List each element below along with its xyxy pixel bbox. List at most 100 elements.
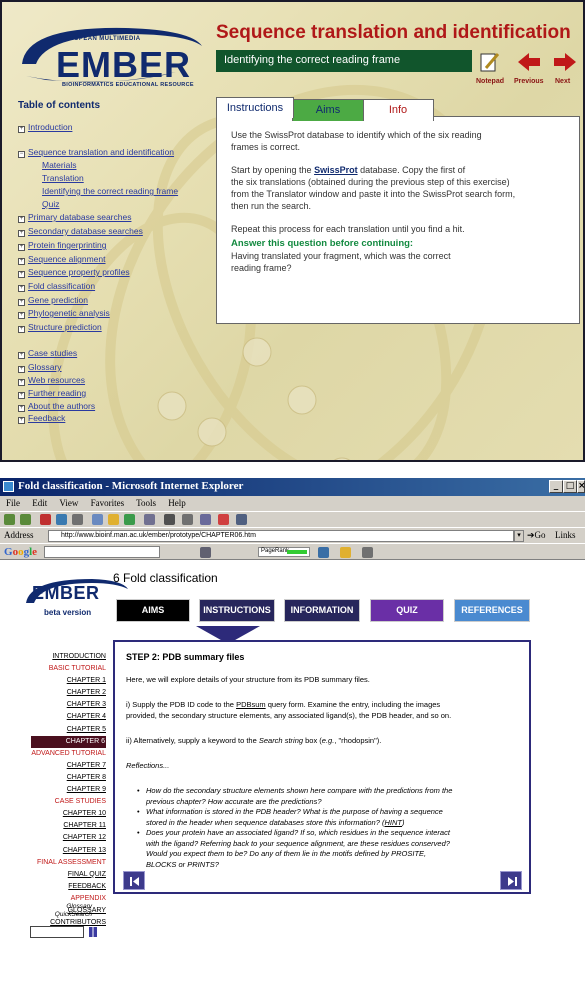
menu-tools[interactable]: Tools xyxy=(136,498,156,508)
toc-subitem-reading-frame[interactable]: Identifying the correct reading frame xyxy=(42,186,178,196)
search-icon[interactable] xyxy=(92,514,103,525)
hint-link[interactable]: HINT xyxy=(384,818,402,827)
next-button[interactable] xyxy=(552,50,578,74)
quiz-button[interactable]: QUIZ xyxy=(370,599,444,622)
menu-file[interactable]: File xyxy=(6,498,20,508)
stop-icon[interactable] xyxy=(40,514,51,525)
next-step-button[interactable] xyxy=(500,871,522,890)
nav-chapter-10[interactable]: CHAPTER 10 xyxy=(31,808,106,820)
toc-subitem-materials[interactable]: Materials xyxy=(42,160,76,170)
nav-chapter-2[interactable]: CHAPTER 2 xyxy=(31,687,106,699)
nav-feedback[interactable]: FEEDBACK xyxy=(31,881,106,893)
pdbsum-link[interactable]: PDBsum xyxy=(236,700,266,709)
toc-subitem-translation[interactable]: Translation xyxy=(42,173,84,183)
toc-item-gene-prediction[interactable]: + Gene prediction xyxy=(18,295,88,306)
expand-icon: + xyxy=(18,271,25,278)
address-dropdown-icon[interactable]: ▾ xyxy=(514,530,524,542)
back-icon[interactable] xyxy=(4,514,15,525)
history-icon[interactable] xyxy=(124,514,135,525)
book-icon[interactable] xyxy=(88,926,98,938)
aims-button[interactable]: AIMS xyxy=(116,599,190,622)
nav-section-case-studies: CASE STUDIES xyxy=(54,798,106,806)
info-icon[interactable] xyxy=(318,547,329,558)
google-logo[interactable]: Google xyxy=(4,546,37,558)
tab-info[interactable]: Info xyxy=(362,99,434,121)
expand-icon: + xyxy=(18,285,25,292)
previous-button[interactable] xyxy=(516,50,542,74)
references-button[interactable]: REFERENCES xyxy=(454,599,530,622)
favorites-icon[interactable] xyxy=(108,514,119,525)
nav-chapter-12[interactable]: CHAPTER 12 xyxy=(31,832,106,844)
menu-favorites[interactable]: Favorites xyxy=(91,498,125,508)
toc-item-fold[interactable]: + Fold classification xyxy=(18,281,95,292)
nav-chapter-5[interactable]: CHAPTER 5 xyxy=(31,724,106,736)
discuss-icon[interactable] xyxy=(200,514,211,525)
nav-chapter-9[interactable]: CHAPTER 9 xyxy=(31,784,106,796)
nav-chapter-8[interactable]: CHAPTER 8 xyxy=(31,772,106,784)
edit-icon[interactable] xyxy=(182,514,193,525)
toc-item-primary-db[interactable]: + Primary database searches xyxy=(18,212,131,223)
previous-step-button[interactable] xyxy=(123,871,145,890)
google-search-input[interactable] xyxy=(44,546,160,558)
toc-item-alignment[interactable]: + Sequence alignment xyxy=(18,254,106,265)
next-label[interactable]: Next xyxy=(555,78,570,85)
toc-item-sequence-translation[interactable]: − Sequence translation and identification xyxy=(18,147,174,158)
nav-chapter-11[interactable]: CHAPTER 11 xyxy=(31,820,106,832)
mail-icon[interactable] xyxy=(144,514,155,525)
nav-chapter-3[interactable]: CHAPTER 3 xyxy=(31,699,106,711)
toc-item-phylogenetic[interactable]: + Phylogenetic analysis xyxy=(18,308,110,319)
menu-edit[interactable]: Edit xyxy=(32,498,47,508)
nav-chapter-4[interactable]: CHAPTER 4 xyxy=(31,711,106,723)
toc-item-case-studies[interactable]: + Case studies xyxy=(18,348,77,359)
question-text: Having translated your fragment, which w… xyxy=(231,251,451,261)
toc-item-secondary-db[interactable]: + Secondary database searches xyxy=(18,226,143,237)
nav-chapter-6-active[interactable]: CHAPTER 6 xyxy=(31,735,106,748)
nav-introduction[interactable]: INTRODUCTION xyxy=(31,651,106,663)
notepad-label[interactable]: Notepad xyxy=(476,78,504,85)
messenger-icon[interactable] xyxy=(218,514,229,525)
go-button[interactable]: ➔Go xyxy=(527,530,546,541)
toc-item-structure[interactable]: + Structure prediction xyxy=(18,322,102,333)
maximize-button[interactable]: □ xyxy=(563,480,577,493)
toc-item-glossary[interactable]: + Glossary xyxy=(18,362,62,373)
toc-item-introduction[interactable]: + Introduction xyxy=(18,122,72,133)
search-web-icon[interactable] xyxy=(200,547,211,558)
menu-help[interactable]: Help xyxy=(168,498,186,508)
information-button[interactable]: INFORMATION xyxy=(284,599,360,622)
nav-final-quiz[interactable]: FINAL QUIZ xyxy=(31,869,106,881)
close-button[interactable]: × xyxy=(577,480,585,493)
menu-view[interactable]: View xyxy=(59,498,78,508)
window-titlebar[interactable]: Fold classification - Microsoft Internet… xyxy=(0,478,585,496)
expand-icon: + xyxy=(18,405,25,412)
folder-icon[interactable] xyxy=(340,547,351,558)
swissprot-link[interactable]: SwissProt xyxy=(314,165,358,175)
nav-chapter-1[interactable]: CHAPTER 1 xyxy=(31,675,106,687)
nav-chapter-7[interactable]: CHAPTER 7 xyxy=(31,760,106,772)
nav-chapter-13[interactable]: CHAPTER 13 xyxy=(31,845,106,857)
links-button[interactable]: Links xyxy=(555,530,576,540)
tab-aims[interactable]: Aims xyxy=(292,99,364,121)
instructions-button[interactable]: INSTRUCTIONS xyxy=(199,599,275,622)
toc-item-web-resources[interactable]: + Web resources xyxy=(18,375,85,386)
minimize-button[interactable]: _ xyxy=(549,480,563,493)
address-input[interactable]: http://www.bioinf.man.ac.uk/ember/protot… xyxy=(48,530,514,542)
notepad-button[interactable] xyxy=(476,50,502,74)
print-icon[interactable] xyxy=(164,514,175,525)
toc-item-profiles[interactable]: + Sequence property profiles xyxy=(18,267,130,278)
pencil-icon[interactable] xyxy=(362,547,373,558)
tab-instructions[interactable]: Instructions xyxy=(216,97,294,118)
toc-item-about-authors[interactable]: + About the authors xyxy=(18,401,95,412)
toc-item-feedback[interactable]: + Feedback xyxy=(18,413,65,424)
home-icon[interactable] xyxy=(72,514,83,525)
list-item: How do the secondary structure elements … xyxy=(137,786,519,807)
menu-bar: File Edit View Favorites Tools Help xyxy=(0,496,585,511)
research-icon[interactable] xyxy=(236,514,247,525)
toc-subitem-quiz[interactable]: Quiz xyxy=(42,199,59,209)
toc-item-fingerprinting[interactable]: + Protein fingerprinting xyxy=(18,240,106,251)
refresh-icon[interactable] xyxy=(56,514,67,525)
step-intro: Here, we will explore details of your st… xyxy=(126,675,370,684)
toc-item-further-reading[interactable]: + Further reading xyxy=(18,388,86,399)
forward-icon[interactable] xyxy=(20,514,31,525)
glossary-search-input[interactable] xyxy=(30,926,84,938)
previous-label[interactable]: Previous xyxy=(514,78,544,85)
